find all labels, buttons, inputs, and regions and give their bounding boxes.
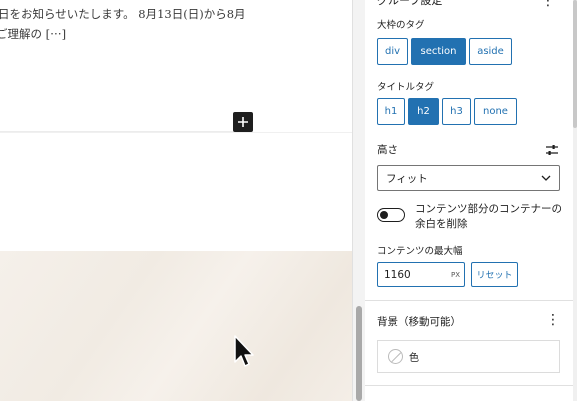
sidebar-scrollbar-thumb[interactable] (573, 0, 577, 128)
title-tag-h2[interactable]: h2 (408, 98, 439, 125)
outer-tag-section[interactable]: section (411, 38, 466, 65)
sidebar-scrollbar[interactable] (573, 0, 577, 401)
outer-tag-group: div section aside (377, 38, 512, 65)
canvas-scrollbar-thumb[interactable] (356, 306, 362, 401)
outer-tag-div[interactable]: div (377, 38, 408, 65)
reset-button[interactable]: リセット (471, 262, 518, 287)
max-width-value: 1160 (384, 268, 411, 281)
plus-icon (238, 117, 248, 127)
block-settings-sidebar: グループ設定 ⋮ 大枠のタグ div section aside タイトルタグ … (365, 0, 577, 401)
background-image-block[interactable] (0, 251, 352, 401)
height-row: 高さ (377, 142, 559, 157)
background-panel-title[interactable]: 背景（移動可能） (377, 314, 461, 329)
outer-tag-aside[interactable]: aside (469, 38, 512, 65)
remove-padding-toggle[interactable] (377, 208, 405, 222)
group-block[interactable] (0, 132, 352, 250)
title-tag-none[interactable]: none (474, 98, 517, 125)
remove-padding-row: コンテンツ部分のコンテナーの余白を削除 (377, 202, 567, 232)
chevron-down-icon (541, 175, 551, 181)
max-width-row: 1160 PX リセット (377, 262, 518, 287)
toggle-knob (380, 210, 388, 219)
mouse-pointer-icon (234, 335, 254, 367)
panel-title[interactable]: グループ設定 (377, 0, 442, 8)
title-tag-group: h1 h2 h3 none (377, 98, 517, 125)
section-divider (365, 385, 577, 386)
excerpt-line-2: ご理解の [⋯] (0, 27, 67, 41)
section-divider (365, 300, 577, 301)
max-width-input[interactable]: 1160 PX (377, 262, 465, 287)
max-width-label: コンテンツの最大幅 (377, 246, 463, 257)
background-options-icon[interactable]: ⋮ (546, 313, 560, 327)
color-swatch-icon (388, 349, 403, 364)
editor-canvas: 日をお知らせいたします。 8月13日(日)から8月 ご理解の [⋯] (0, 0, 352, 401)
block-inserter-button[interactable] (233, 112, 253, 132)
title-tag-label: タイトルタグ (377, 82, 435, 93)
canvas-scrollbar[interactable] (352, 0, 365, 401)
background-color-item[interactable]: 色 (377, 340, 560, 373)
title-tag-h3[interactable]: h3 (442, 98, 471, 125)
panel-options-icon[interactable]: ⋮ (541, 0, 555, 8)
background-color-label: 色 (409, 353, 419, 364)
excerpt-line-1: 日をお知らせいたします。 8月13日(日)から8月 (0, 7, 246, 21)
max-width-unit[interactable]: PX (451, 271, 460, 279)
height-label: 高さ (377, 144, 398, 156)
settings-sliders-icon[interactable] (545, 144, 559, 156)
remove-padding-label: コンテンツ部分のコンテナーの余白を削除 (415, 203, 562, 230)
outer-tag-label: 大枠のタグ (377, 20, 425, 31)
post-excerpt: 日をお知らせいたします。 8月13日(日)から8月 ご理解の [⋯] (0, 4, 248, 44)
height-select-value: フィット (386, 172, 428, 185)
title-tag-h1[interactable]: h1 (377, 98, 405, 125)
height-select[interactable]: フィット (377, 165, 560, 191)
